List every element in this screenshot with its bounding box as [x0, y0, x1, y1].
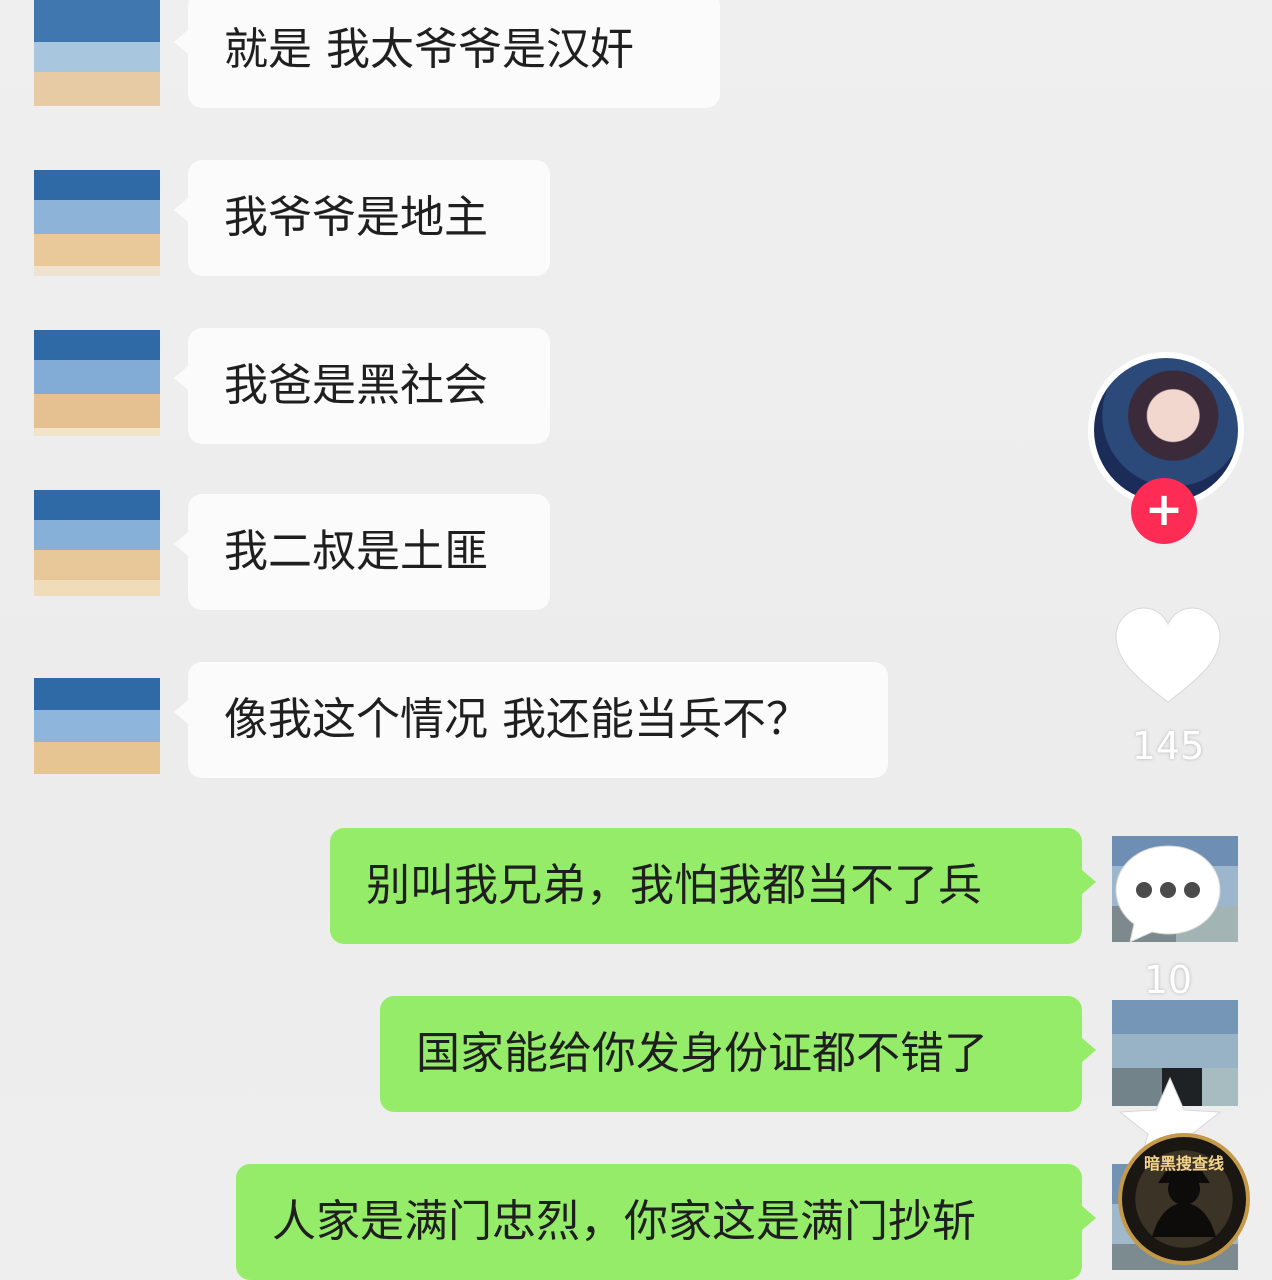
like-count: 145	[1131, 724, 1205, 768]
contact-avatar[interactable]	[34, 170, 160, 276]
watermark-text: 暗黑搜查线	[1143, 1154, 1224, 1173]
incoming-message[interactable]: 我爷爷是地主	[174, 160, 550, 276]
contact-avatar[interactable]	[34, 330, 160, 436]
incoming-message[interactable]: 像我这个情况 我还能当兵不？	[174, 662, 888, 778]
outgoing-message[interactable]: 人家是满门忠烈，你家这是满门抄斩	[236, 1164, 1096, 1280]
contact-avatar[interactable]	[34, 490, 160, 596]
comment-bubble-icon[interactable]	[1112, 842, 1224, 946]
incoming-message[interactable]: 我爸是黑社会	[174, 328, 550, 444]
contact-avatar[interactable]	[34, 678, 160, 784]
heart-icon[interactable]	[1112, 606, 1224, 706]
incoming-message[interactable]: 我二叔是土匪	[174, 494, 550, 610]
comment-count: 10	[1143, 958, 1193, 1002]
chat-window: 就是 我太爷爷是汉奸 我爷爷是地主 我爸是黑社会 我二叔是土匪 像我这个情况 我…	[0, 0, 1272, 1280]
outgoing-message[interactable]: 别叫我兄弟，我怕我都当不了兵	[330, 828, 1096, 944]
contact-avatar[interactable]	[34, 0, 160, 106]
incoming-message[interactable]: 就是 我太爷爷是汉奸	[174, 0, 720, 108]
follow-plus-icon[interactable]: +	[1131, 478, 1197, 544]
outgoing-message[interactable]: 国家能给你发身份证都不错了	[380, 996, 1096, 1112]
